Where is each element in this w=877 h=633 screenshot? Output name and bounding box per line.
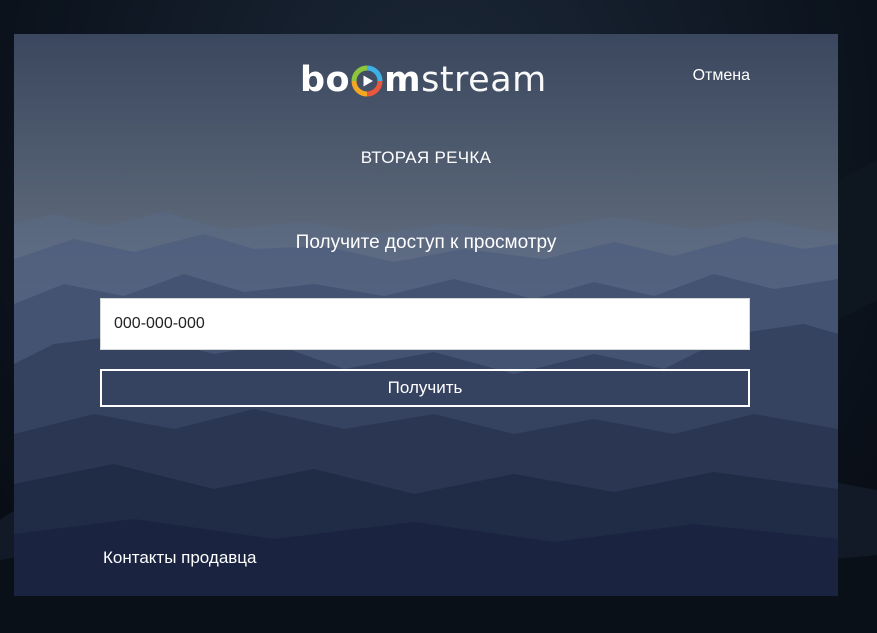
access-modal: bo m stream Отмена ВТОРАЯ РЕЧКА Получите… <box>14 34 838 596</box>
access-heading: Получите доступ к просмотру <box>295 232 557 253</box>
logo-text-stream: stream <box>421 60 547 100</box>
boomstream-logo: bo m stream <box>300 60 547 100</box>
cancel-link[interactable]: Отмена <box>693 67 750 85</box>
logo-text-bo: bo <box>300 60 351 100</box>
logo-text-m: m <box>384 60 422 100</box>
play-circle-icon <box>351 65 383 97</box>
access-code-input[interactable] <box>100 298 750 350</box>
seller-contacts-link[interactable]: Контакты продавца <box>103 548 257 568</box>
get-access-button[interactable]: Получить <box>100 369 750 407</box>
channel-title: ВТОРАЯ РЕЧКА <box>360 148 492 167</box>
